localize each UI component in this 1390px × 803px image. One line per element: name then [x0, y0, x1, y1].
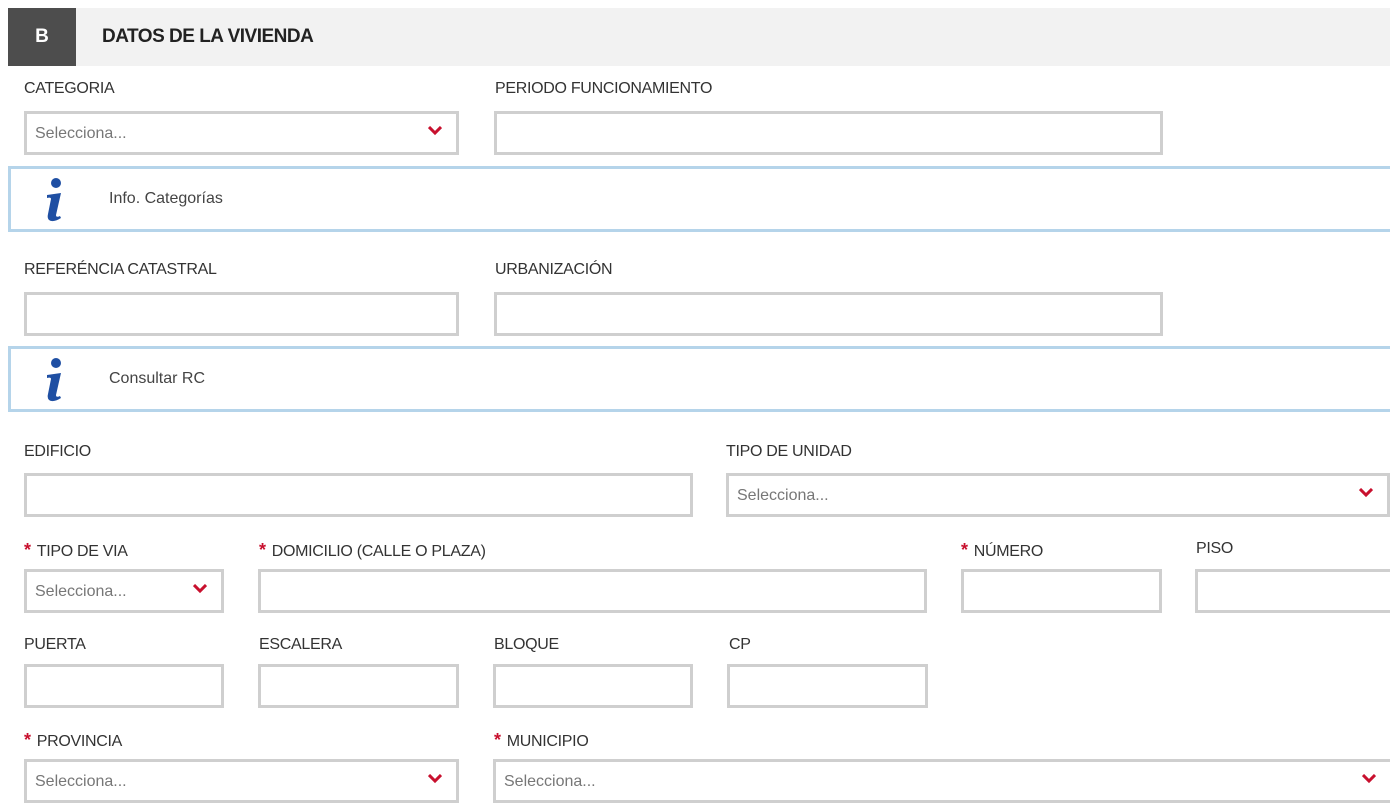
referencia-label: REFERÉNCIA CATASTRAL — [24, 261, 217, 278]
info-consultar-rc-box[interactable]: Consultar RC — [8, 346, 1390, 412]
categoria-value: Selecciona... — [35, 125, 127, 142]
info-consultar-rc-text[interactable]: Consultar RC — [109, 349, 205, 409]
periodo-input[interactable] — [497, 114, 1160, 152]
provincia-label: * PROVINCIA — [24, 730, 123, 750]
cp-field[interactable] — [727, 664, 928, 708]
numero-label: * NÚMERO — [961, 540, 1044, 560]
bloque-label: BLOQUE — [494, 636, 559, 653]
escalera-input[interactable] — [261, 667, 456, 705]
tipo-unidad-select[interactable]: Selecciona... — [726, 473, 1390, 517]
edificio-field[interactable] — [24, 473, 693, 517]
urbanizacion-label: URBANIZACIÓN — [495, 261, 613, 278]
urbanizacion-input[interactable] — [497, 295, 1160, 333]
chevron-down-icon — [428, 126, 442, 136]
info-categorias-text[interactable]: Info. Categorías — [109, 169, 223, 229]
edificio-input[interactable] — [27, 476, 690, 514]
required-icon: * — [494, 730, 501, 750]
info-icon — [47, 358, 61, 402]
numero-input[interactable] — [964, 572, 1159, 610]
municipio-value: Selecciona... — [504, 773, 596, 790]
section-title: DATOS DE LA VIVIENDA — [102, 26, 314, 47]
edificio-label: EDIFICIO — [24, 443, 91, 460]
bloque-field[interactable] — [493, 664, 693, 708]
categoria-select[interactable]: Selecciona... — [24, 111, 459, 155]
puerta-label: PUERTA — [24, 636, 86, 653]
piso-label: PISO — [1196, 540, 1234, 557]
escalera-field[interactable] — [258, 664, 459, 708]
tipo-unidad-value: Selecciona... — [737, 487, 829, 504]
domicilio-field[interactable] — [258, 569, 927, 613]
chevron-down-icon — [1359, 488, 1373, 498]
categoria-label: CATEGORIA — [24, 80, 115, 97]
escalera-label: ESCALERA — [259, 636, 342, 653]
info-icon — [47, 178, 61, 222]
piso-input[interactable] — [1198, 572, 1390, 610]
required-icon: * — [259, 540, 266, 560]
chevron-down-icon — [1362, 774, 1376, 784]
section-badge: B — [8, 8, 76, 66]
municipio-select[interactable]: Selecciona... — [493, 759, 1390, 803]
provincia-value: Selecciona... — [35, 773, 127, 790]
referencia-field[interactable] — [24, 292, 459, 336]
info-categorias-box[interactable]: Info. Categorías — [8, 166, 1390, 232]
periodo-field[interactable] — [494, 111, 1163, 155]
cp-label: CP — [729, 636, 751, 653]
chevron-down-icon — [428, 774, 442, 784]
municipio-label: * MUNICIPIO — [494, 730, 589, 750]
tipo-via-label: * TIPO DE VIA — [24, 540, 128, 560]
bloque-input[interactable] — [496, 667, 690, 705]
domicilio-label: * DOMICILIO (CALLE O PLAZA) — [259, 540, 486, 560]
tipo-via-select[interactable]: Selecciona... — [24, 569, 224, 613]
domicilio-input[interactable] — [261, 572, 924, 610]
required-icon: * — [24, 540, 31, 560]
section-header: B DATOS DE LA VIVIENDA — [8, 8, 1390, 66]
piso-field[interactable] — [1195, 569, 1390, 613]
chevron-down-icon — [193, 584, 207, 594]
numero-field[interactable] — [961, 569, 1162, 613]
urbanizacion-field[interactable] — [494, 292, 1163, 336]
required-icon: * — [24, 730, 31, 750]
tipo-unidad-label: TIPO DE UNIDAD — [726, 443, 852, 460]
referencia-input[interactable] — [27, 295, 456, 333]
required-icon: * — [961, 540, 968, 560]
provincia-select[interactable]: Selecciona... — [24, 759, 459, 803]
puerta-input[interactable] — [27, 667, 221, 705]
cp-input[interactable] — [730, 667, 925, 705]
puerta-field[interactable] — [24, 664, 224, 708]
tipo-via-value: Selecciona... — [35, 583, 127, 600]
periodo-label: PERIODO FUNCIONAMIENTO — [495, 80, 713, 97]
